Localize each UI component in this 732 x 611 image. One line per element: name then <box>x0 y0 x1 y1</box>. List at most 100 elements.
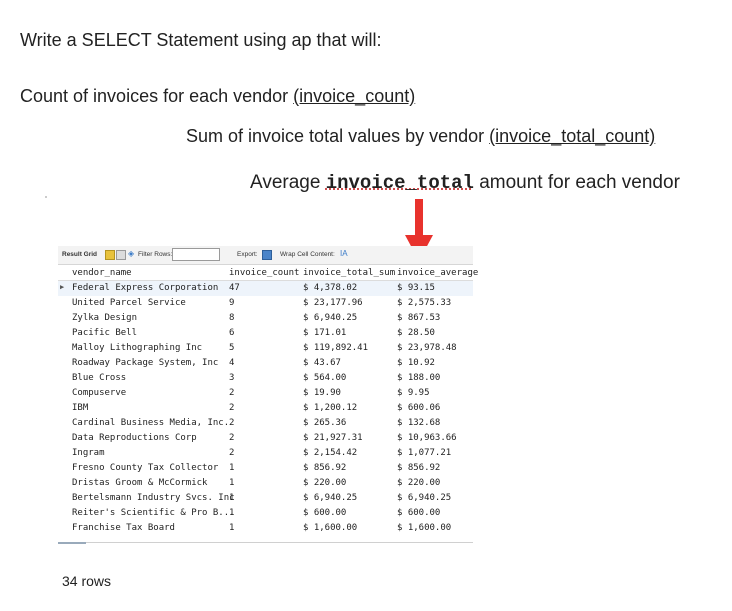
invoice-total-sum-cell[interactable]: $ 1,200.12 <box>303 403 357 413</box>
requirement-text: Count of invoices for each vendor <box>20 86 294 106</box>
column-header-invoice-average[interactable]: invoice_average <box>397 268 478 278</box>
invoice-average-cell[interactable]: $ 1,600.00 <box>397 523 451 533</box>
invoice-total-sum-cell[interactable]: $ 171.01 <box>303 328 346 338</box>
vendor-name-cell[interactable]: Fresno County Tax Collector <box>72 463 218 473</box>
invoice-average-cell[interactable]: $ 188.00 <box>397 373 440 383</box>
table-row[interactable]: Fresno County Tax Collector 1 $ 856.92 $ 85… <box>58 461 473 476</box>
invoice-average-cell[interactable]: $ 600.00 <box>397 508 440 518</box>
requirement-invoice-average: Average invoice_total amount for each ve… <box>250 172 680 194</box>
vendor-name-cell[interactable]: Federal Express Corporation <box>72 283 218 293</box>
export-label: Export: <box>237 251 258 258</box>
invoice-average-cell[interactable]: $ 2,575.33 <box>397 298 451 308</box>
invoice-count-cell[interactable]: 1 <box>229 463 234 473</box>
table-row[interactable]: IBM 2 $ 1,200.12 $ 600.06 <box>58 401 473 416</box>
column-header-invoice-total-sum[interactable]: invoice_total_sum <box>303 268 395 278</box>
invoice-average-cell[interactable]: $ 867.53 <box>397 313 440 323</box>
column-header-invoice-count[interactable]: invoice_count <box>229 268 299 278</box>
invoice-count-cell[interactable]: 1 <box>229 493 234 503</box>
table-row[interactable]: Reiter's Scientific & Pro B... 1 $ 600.00 $… <box>58 506 473 521</box>
vendor-name-cell[interactable]: United Parcel Service <box>72 298 186 308</box>
vendor-name-cell[interactable]: Compuserve <box>72 388 126 398</box>
table-row[interactable]: Franchise Tax Board 1 $ 1,600.00 $ 1,600.00 <box>58 521 473 536</box>
invoice-average-cell[interactable]: $ 28.50 <box>397 328 435 338</box>
table-row[interactable]: Bertelsmann Industry Svcs. Inc 1 $ 6,940.2… <box>58 491 473 506</box>
vendor-name-cell[interactable]: IBM <box>72 403 88 413</box>
invoice-count-cell[interactable]: 2 <box>229 448 234 458</box>
vendor-name-cell[interactable]: Bertelsmann Industry Svcs. Inc <box>72 493 235 503</box>
invoice-average-cell[interactable]: $ 600.06 <box>397 403 440 413</box>
invoice-average-cell[interactable]: $ 132.68 <box>397 418 440 428</box>
invoice-total-sum-cell[interactable]: $ 265.36 <box>303 418 346 428</box>
invoice-count-cell[interactable]: 9 <box>229 298 234 308</box>
invoice-average-cell[interactable]: $ 10.92 <box>397 358 435 368</box>
vendor-name-cell[interactable]: Pacific Bell <box>72 328 137 338</box>
table-row[interactable]: United Parcel Service 9 $ 23,177.96 $ 2,575… <box>58 296 473 311</box>
invoice-count-cell[interactable]: 2 <box>229 388 234 398</box>
invoice-total-sum-cell[interactable]: $ 6,940.25 <box>303 313 357 323</box>
requirement-text: Average <box>250 172 326 193</box>
table-row[interactable]: ▶ Federal Express Corporation 47 $ 4,378.02… <box>58 281 473 296</box>
invoice-total-sum-cell[interactable]: $ 1,600.00 <box>303 523 357 533</box>
table-row[interactable]: Malloy Lithographing Inc 5 $ 119,892.41 $ 2… <box>58 341 473 356</box>
invoice-count-cell[interactable]: 1 <box>229 508 234 518</box>
invoice-average-cell[interactable]: $ 1,077.21 <box>397 448 451 458</box>
vendor-name-cell[interactable]: Franchise Tax Board <box>72 523 175 533</box>
invoice-average-cell[interactable]: $ 9.95 <box>397 388 430 398</box>
result-grid-label: Result Grid <box>62 251 98 258</box>
invoice-count-cell[interactable]: 3 <box>229 373 234 383</box>
invoice-average-cell[interactable]: $ 93.15 <box>397 283 435 293</box>
vendor-name-cell[interactable]: Ingram <box>72 448 105 458</box>
table-row[interactable]: Cardinal Business Media, Inc. 2 $ 265.36 $ … <box>58 416 473 431</box>
invoice-total-sum-cell[interactable]: $ 43.67 <box>303 358 341 368</box>
table-row[interactable]: Data Reproductions Corp 2 $ 21,927.31 $ 10,… <box>58 431 473 446</box>
invoice-total-sum-cell[interactable]: $ 119,892.41 <box>303 343 368 353</box>
invoice-average-cell[interactable]: $ 10,963.66 <box>397 433 457 443</box>
invoice-average-cell[interactable]: $ 220.00 <box>397 478 440 488</box>
invoice-total-sum-cell[interactable]: $ 856.92 <box>303 463 346 473</box>
vendor-name-cell[interactable]: Roadway Package System, Inc <box>72 358 218 368</box>
invoice-count-cell[interactable]: 6 <box>229 328 234 338</box>
invoice-count-cell[interactable]: 5 <box>229 343 234 353</box>
table-row[interactable]: Pacific Bell 6 $ 171.01 $ 28.50 <box>58 326 473 341</box>
invoice-total-sum-cell[interactable]: $ 21,927.31 <box>303 433 363 443</box>
column-header-vendor-name[interactable]: vendor_name <box>72 268 132 278</box>
invoice-average-cell[interactable]: $ 6,940.25 <box>397 493 451 503</box>
wrap-cell-icon[interactable]: IA <box>340 249 348 258</box>
vendor-name-cell[interactable]: Malloy Lithographing Inc <box>72 343 202 353</box>
table-row[interactable]: Ingram 2 $ 2,154.42 $ 1,077.21 <box>58 446 473 461</box>
table-row[interactable]: Blue Cross 3 $ 564.00 $ 188.00 <box>58 371 473 386</box>
vendor-name-cell[interactable]: Data Reproductions Corp <box>72 433 197 443</box>
invoice-average-cell[interactable]: $ 856.92 <box>397 463 440 473</box>
invoice-total-sum-cell[interactable]: $ 6,940.25 <box>303 493 357 503</box>
invoice-total-sum-cell[interactable]: $ 564.00 <box>303 373 346 383</box>
invoice-total-sum-cell[interactable]: $ 600.00 <box>303 508 346 518</box>
vendor-name-cell[interactable]: Cardinal Business Media, Inc. <box>72 418 229 428</box>
form-view-icon[interactable] <box>116 250 126 260</box>
requirement-invoice-total: Sum of invoice total values by vendor (i… <box>186 126 655 147</box>
export-icon[interactable] <box>262 250 272 260</box>
invoice-total-sum-cell[interactable]: $ 4,378.02 <box>303 283 357 293</box>
invoice-total-sum-cell[interactable]: $ 220.00 <box>303 478 346 488</box>
invoice-count-cell[interactable]: 8 <box>229 313 234 323</box>
table-row[interactable]: Roadway Package System, Inc 4 $ 43.67 $ 10.… <box>58 356 473 371</box>
vendor-name-cell[interactable]: Blue Cross <box>72 373 126 383</box>
vendor-name-cell[interactable]: Zylka Design <box>72 313 137 323</box>
table-row[interactable]: Dristas Groom & McCormick 1 $ 220.00 $ 220.… <box>58 476 473 491</box>
invoice-total-sum-cell[interactable]: $ 23,177.96 <box>303 298 363 308</box>
table-row[interactable]: Zylka Design 8 $ 6,940.25 $ 867.53 <box>58 311 473 326</box>
invoice-count-cell[interactable]: 1 <box>229 523 234 533</box>
vendor-name-cell[interactable]: Dristas Groom & McCormick <box>72 478 207 488</box>
invoice-count-cell[interactable]: 2 <box>229 418 234 428</box>
invoice-average-cell[interactable]: $ 23,978.48 <box>397 343 457 353</box>
invoice-count-cell[interactable]: 2 <box>229 403 234 413</box>
invoice-count-cell[interactable]: 4 <box>229 358 234 368</box>
vendor-name-cell[interactable]: Reiter's Scientific & Pro B... <box>72 508 235 518</box>
invoice-total-sum-cell[interactable]: $ 19.90 <box>303 388 341 398</box>
invoice-total-sum-cell[interactable]: $ 2,154.42 <box>303 448 357 458</box>
grid-view-icon[interactable] <box>105 250 115 260</box>
filter-rows-input[interactable] <box>172 248 220 261</box>
table-row[interactable]: Compuserve 2 $ 19.90 $ 9.95 <box>58 386 473 401</box>
invoice-count-cell[interactable]: 1 <box>229 478 234 488</box>
invoice-count-cell[interactable]: 47 <box>229 283 240 293</box>
invoice-count-cell[interactable]: 2 <box>229 433 234 443</box>
